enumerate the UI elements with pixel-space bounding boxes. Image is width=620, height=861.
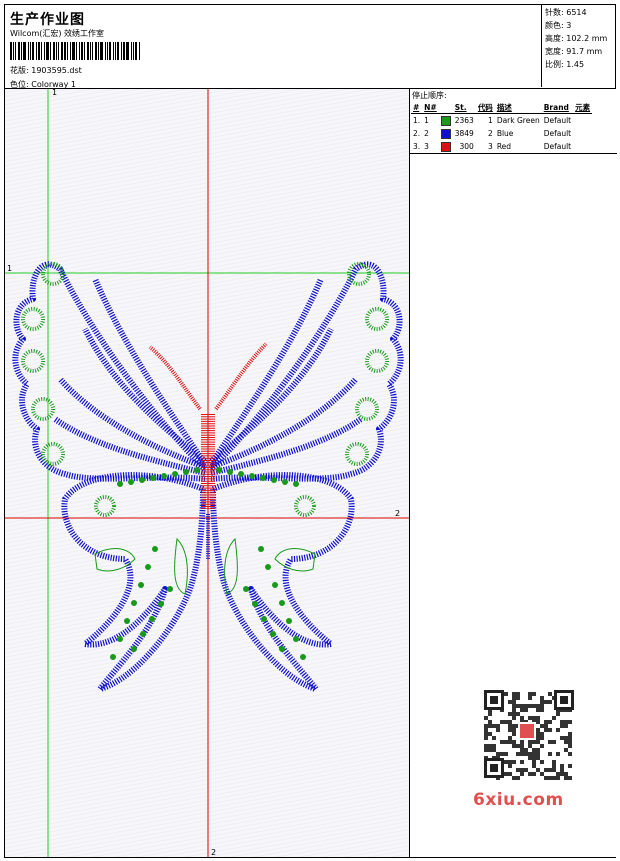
green-star	[271, 477, 277, 483]
col-desc: 描述	[494, 101, 542, 114]
green-star	[258, 546, 264, 552]
col-brand: Brand	[541, 101, 574, 114]
color-swatch	[440, 141, 451, 152]
green-star	[293, 481, 299, 487]
qr-code	[470, 684, 580, 784]
qr-code-graphic	[470, 684, 580, 784]
green-star	[286, 618, 292, 624]
guide-label-h-green: 1	[7, 264, 12, 273]
guide-label-v-green: 1	[52, 89, 57, 97]
stat-stitches: 针数: 6514	[545, 8, 587, 17]
table-row[interactable]: 1. 1 2363 1 Dark Green Default	[411, 114, 592, 128]
col-number: N#	[422, 101, 439, 114]
stat-colors: 颜色: 3	[545, 21, 572, 30]
green-star	[124, 618, 130, 624]
table-divider	[410, 153, 617, 154]
green-star	[272, 582, 278, 588]
studio-subtitle: Wilcom(汇宏) 效绣工作室	[10, 29, 105, 38]
green-star	[252, 601, 258, 607]
green-star	[249, 473, 255, 479]
green-star	[117, 636, 123, 642]
site-watermark: 6xiu.com	[473, 790, 564, 810]
green-star	[261, 616, 267, 622]
stat-scale: 比例: 1.45	[545, 60, 585, 69]
stop-sequence-title: 停止顺序:	[412, 91, 447, 100]
green-star	[128, 479, 134, 485]
green-star	[150, 475, 156, 481]
design-label: 花版:	[10, 66, 29, 75]
green-star	[300, 654, 306, 660]
green-star	[282, 479, 288, 485]
green-star	[167, 586, 173, 592]
table-row[interactable]: 3. 3 300 3 Red Default	[411, 140, 592, 153]
green-star	[161, 473, 167, 479]
col-seq: #	[411, 101, 423, 114]
color-table-header: # N# St. 代码 描述 Brand 元素	[411, 101, 593, 114]
green-star	[149, 616, 155, 622]
stats-panel: 针数: 6514 颜色: 3 高度: 102.2 mm 宽度: 91.7 mm …	[541, 5, 617, 87]
guide-label-h-red: 2	[395, 509, 400, 518]
green-star	[216, 467, 222, 473]
green-star	[227, 469, 233, 475]
color-table: # N# St. 代码 描述 Brand 元素 1. 1 2363 1 Dark…	[411, 101, 593, 153]
green-star	[293, 636, 299, 642]
stat-height: 高度: 102.2 mm	[545, 34, 608, 43]
page-title: 生产作业图	[10, 12, 85, 28]
barcode	[10, 42, 145, 60]
green-star	[183, 469, 189, 475]
green-star	[152, 546, 158, 552]
header: 生产作业图 Wilcom(汇宏) 效绣工作室 花版: 1903595.dst 色…	[5, 5, 541, 89]
green-star	[110, 654, 116, 660]
green-star	[158, 601, 164, 607]
design-file: 花版: 1903595.dst	[10, 65, 82, 76]
stat-width: 宽度: 91.7 mm	[545, 47, 603, 56]
col-code: 代码	[475, 101, 495, 114]
green-star	[117, 481, 123, 487]
green-star	[131, 600, 137, 606]
green-star	[140, 631, 146, 637]
design-canvas[interactable]: 1 1 2 2	[5, 89, 409, 857]
green-star	[265, 564, 271, 570]
green-star	[194, 467, 200, 473]
guide-label-v-red: 2	[211, 848, 216, 857]
color-swatch	[440, 128, 451, 139]
color-swatch	[440, 115, 451, 126]
green-star	[243, 586, 249, 592]
green-star	[145, 564, 151, 570]
design-value: 1903595.dst	[31, 66, 82, 75]
green-star	[238, 471, 244, 477]
col-swatch	[438, 101, 453, 114]
green-star	[139, 477, 145, 483]
green-star	[138, 582, 144, 588]
green-star	[279, 600, 285, 606]
green-star	[172, 471, 178, 477]
green-star	[270, 631, 276, 637]
table-row[interactable]: 2. 2 3849 2 Blue Default	[411, 127, 592, 140]
butterfly-design: 1 1 2 2	[5, 89, 409, 857]
green-star	[131, 646, 137, 652]
green-star	[279, 646, 285, 652]
col-stitches: St.	[452, 101, 476, 114]
green-star	[260, 475, 266, 481]
col-element: 元素	[573, 101, 593, 114]
